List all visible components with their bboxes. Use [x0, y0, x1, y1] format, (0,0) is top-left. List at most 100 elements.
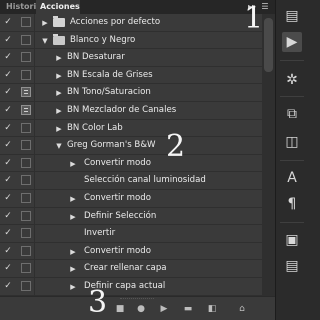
expand-triangle-icon[interactable]: ▶ [68, 158, 78, 170]
row-label: Invertir [84, 228, 116, 239]
toggle-dialog-icon[interactable] [21, 280, 31, 291]
row-label: BN Tono/Saturacion [67, 87, 151, 98]
history-icon[interactable]: ▤ [282, 6, 302, 26]
new-action-icon[interactable]: ◧ [206, 303, 218, 315]
row-label: Acciones por defecto [70, 17, 161, 27]
action-step-row[interactable]: ✓ ▶ Convertir modo [0, 154, 262, 173]
toggle-dialog-icon[interactable] [21, 122, 31, 133]
column-divider [34, 119, 35, 137]
toggle-dialog-icon[interactable] [21, 140, 31, 151]
actions-play-icon[interactable]: ▶ [282, 32, 302, 52]
row-label: BN Color Lab [67, 122, 123, 133]
toggle-item-checkmark-icon[interactable]: ✓ [3, 192, 13, 204]
row-label: Convertir modo [84, 192, 151, 203]
expand-triangle-icon[interactable]: ▶ [68, 246, 78, 258]
paragraph-icon[interactable]: ¶ [282, 194, 302, 214]
toggle-item-checkmark-icon[interactable]: ✓ [3, 86, 13, 98]
expand-triangle-icon[interactable]: ▶ [68, 263, 78, 275]
notes-icon[interactable]: ▤ [282, 256, 302, 276]
row-label: Definir Selección [84, 210, 157, 221]
toggle-item-checkmark-icon[interactable]: ✓ [3, 280, 13, 292]
toggle-dialog-icon[interactable] [21, 17, 31, 27]
column-divider [34, 14, 35, 31]
properties-icon[interactable]: ▣ [282, 230, 302, 250]
actions-list: ✓ ▶ Acciones por defecto ✓ ▼ Blanco y Negro ✓ ▶… [0, 14, 262, 296]
record-icon[interactable]: ● [135, 303, 147, 315]
tab-actions[interactable]: Acciones [36, 0, 80, 14]
column-divider [34, 260, 35, 277]
action-step-row[interactable]: ✓ ▶ Definir capa actual [0, 277, 262, 296]
folder-icon [53, 33, 65, 45]
collapse-triangle-icon[interactable]: ▼ [40, 35, 50, 47]
expand-triangle-icon[interactable]: ▶ [68, 281, 78, 293]
character-icon[interactable]: A [282, 168, 302, 188]
action-set-row[interactable]: ✓ ▶ Acciones por defecto [0, 14, 262, 32]
column-divider [34, 172, 35, 189]
toggle-item-checkmark-icon[interactable]: ✓ [3, 51, 13, 63]
delete-icon[interactable]: ⌂ [236, 303, 248, 315]
expand-triangle-icon[interactable]: ▶ [54, 105, 64, 117]
stop-icon[interactable]: ■ [114, 303, 126, 315]
navigator-icon[interactable]: ✲ [282, 70, 302, 90]
action-row[interactable]: ✓ ▶ BN Tono/Saturacion [0, 84, 262, 102]
toggle-item-checkmark-icon[interactable]: ✓ [3, 210, 13, 222]
toggle-dialog-icon[interactable] [21, 175, 31, 186]
scrollbar-thumb[interactable] [264, 18, 273, 72]
toggle-dialog-icon[interactable] [21, 34, 31, 45]
toggle-item-checkmark-icon[interactable]: ✓ [3, 16, 13, 28]
3d-icon[interactable]: ⧉ [282, 104, 302, 124]
annotation-number-3: 3 [88, 285, 108, 320]
toggle-dialog-icon[interactable] [21, 192, 31, 203]
panel-footer: ■ ● ▶ ▬ ◧ ⌂ [0, 296, 275, 320]
toggle-dialog-icon[interactable] [21, 52, 31, 63]
adjust-icon[interactable]: ◫ [282, 132, 302, 152]
action-row[interactable]: ✓ ▶ BN Desaturar [0, 49, 262, 67]
action-row[interactable]: ✓ ▶ BN Mezclador de Canales [0, 101, 262, 120]
toggle-item-checkmark-icon[interactable]: ✓ [3, 139, 13, 151]
toggle-dialog-icon[interactable] [21, 245, 31, 256]
new-set-icon[interactable]: ▬ [182, 303, 194, 315]
collapse-triangle-icon[interactable]: ▼ [54, 140, 64, 152]
expand-triangle-icon[interactable]: ▶ [54, 70, 64, 82]
expand-triangle-icon[interactable]: ▶ [54, 123, 64, 135]
toggle-dialog-icon[interactable] [21, 87, 31, 98]
toggle-dialog-icon[interactable] [21, 210, 31, 221]
toggle-item-checkmark-icon[interactable]: ✓ [3, 34, 13, 46]
resize-grip[interactable] [120, 298, 154, 300]
action-step-row[interactable]: ✓ ▶ Convertir modo [0, 189, 262, 208]
toggle-item-checkmark-icon[interactable]: ✓ [3, 262, 13, 274]
toggle-dialog-icon[interactable] [21, 69, 31, 80]
dock-divider [280, 222, 304, 223]
toggle-item-checkmark-icon[interactable]: ✓ [3, 122, 13, 134]
action-step-row[interactable]: ✓ Selección canal luminosidad [0, 172, 262, 190]
play-icon[interactable]: ▶ [158, 303, 170, 315]
action-step-row[interactable]: ✓ ▶ Definir Selección [0, 207, 262, 226]
toggle-item-checkmark-icon[interactable]: ✓ [3, 227, 13, 239]
row-label: Convertir modo [84, 157, 151, 168]
column-divider [34, 49, 35, 66]
column-divider [34, 207, 35, 225]
toggle-item-checkmark-icon[interactable]: ✓ [3, 69, 13, 81]
expand-triangle-icon[interactable]: ▶ [54, 87, 64, 99]
action-step-row[interactable]: ✓ ▶ Crear rellenar capa [0, 260, 262, 278]
action-step-row[interactable]: ✓ ▶ Convertir modo [0, 242, 262, 261]
toggle-dialog-icon[interactable] [21, 228, 31, 239]
toggle-item-checkmark-icon[interactable]: ✓ [3, 174, 13, 186]
expand-triangle-icon[interactable]: ▶ [68, 211, 78, 223]
expand-triangle-icon[interactable]: ▶ [54, 52, 64, 64]
toggle-item-checkmark-icon[interactable]: ✓ [3, 245, 13, 257]
toggle-dialog-icon[interactable] [21, 104, 31, 115]
column-divider [34, 137, 35, 154]
expand-triangle-icon[interactable]: ▶ [40, 17, 50, 29]
app-root: Historia Acciones ▸▸ ☰ ✓ ▶ Acciones por de… [0, 0, 307, 320]
toggle-item-checkmark-icon[interactable]: ✓ [3, 157, 13, 169]
toggle-dialog-icon[interactable] [21, 263, 31, 274]
expand-triangle-icon[interactable]: ▶ [68, 193, 78, 205]
action-row[interactable]: ✓ ▶ BN Color Lab [0, 119, 262, 138]
action-row[interactable]: ✓ ▶ BN Escala de Grises [0, 66, 262, 85]
toggle-item-checkmark-icon[interactable]: ✓ [3, 104, 13, 116]
toggle-dialog-icon[interactable] [21, 157, 31, 168]
action-row[interactable]: ✓ ▼ Greg Gorman's B&W [0, 137, 262, 155]
action-step-row[interactable]: ✓ Invertir [0, 225, 262, 243]
action-set-row[interactable]: ✓ ▼ Blanco y Negro [0, 31, 262, 50]
